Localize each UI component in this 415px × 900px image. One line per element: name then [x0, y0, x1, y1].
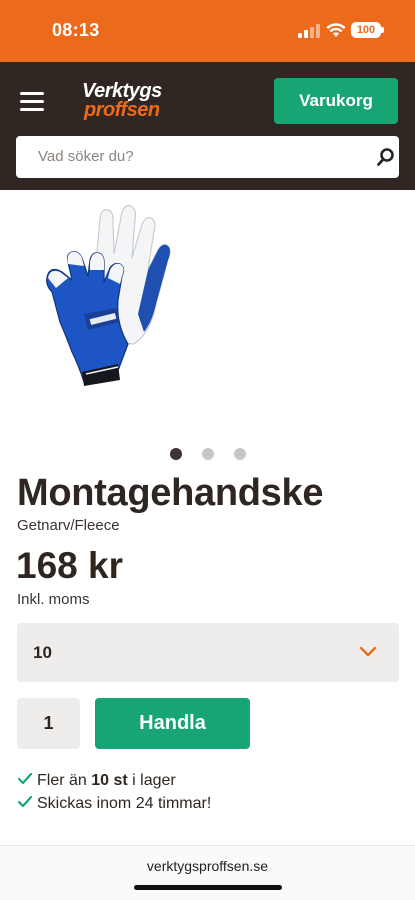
- wifi-icon: [326, 23, 346, 37]
- browser-address-bar[interactable]: verktygsproffsen.se: [0, 845, 415, 900]
- check-icon: [17, 795, 33, 808]
- check-icon: [17, 772, 33, 785]
- buy-button[interactable]: Handla: [95, 698, 250, 749]
- status-time: 08:13: [52, 20, 100, 40]
- search-placeholder: Vad söker du?: [38, 148, 134, 165]
- vat-note: Inkl. moms: [17, 591, 90, 608]
- carousel-dot-3[interactable]: [234, 448, 246, 460]
- search-input[interactable]: Vad söker du?: [16, 136, 399, 178]
- size-selected-value: 10: [33, 643, 52, 662]
- product-price: 168 kr: [16, 545, 123, 586]
- quantity-input[interactable]: 1: [17, 698, 80, 749]
- stock-status: Fler än 10 st i lager: [17, 772, 176, 790]
- work-glove-image[interactable]: [38, 204, 178, 388]
- stock-suffix: i lager: [132, 772, 176, 789]
- menu-icon[interactable]: [20, 92, 46, 112]
- search-icon[interactable]: [376, 147, 396, 167]
- product-title: Montagehandske: [17, 472, 324, 514]
- shipping-status: Skickas inom 24 timmar!: [17, 795, 211, 813]
- stock-prefix: Fler än: [37, 772, 87, 789]
- battery-icon: 100: [351, 22, 384, 38]
- browser-url[interactable]: verktygsproffsen.se: [0, 858, 415, 874]
- carousel-dot-1[interactable]: [170, 448, 182, 460]
- shipping-text: Skickas inom 24 timmar!: [37, 795, 212, 812]
- chevron-down-icon: [359, 646, 377, 657]
- stock-count: 10 st: [91, 772, 128, 789]
- size-select[interactable]: 10: [17, 623, 399, 682]
- signal-icon: [298, 24, 320, 38]
- carousel-dot-2[interactable]: [202, 448, 214, 460]
- site-logo[interactable]: Verktygs proffsen: [82, 80, 192, 126]
- image-carousel-dots: [168, 448, 258, 462]
- home-indicator[interactable]: [134, 885, 282, 890]
- cart-button[interactable]: Varukorg: [274, 78, 398, 124]
- logo-text-bottom: proffsen: [84, 99, 160, 121]
- product-subtitle: Getnarv/Fleece: [17, 517, 120, 534]
- site-header: Verktygs proffsen Varukorg Vad söker du?: [0, 62, 415, 190]
- status-bar: 08:13 100: [0, 0, 415, 62]
